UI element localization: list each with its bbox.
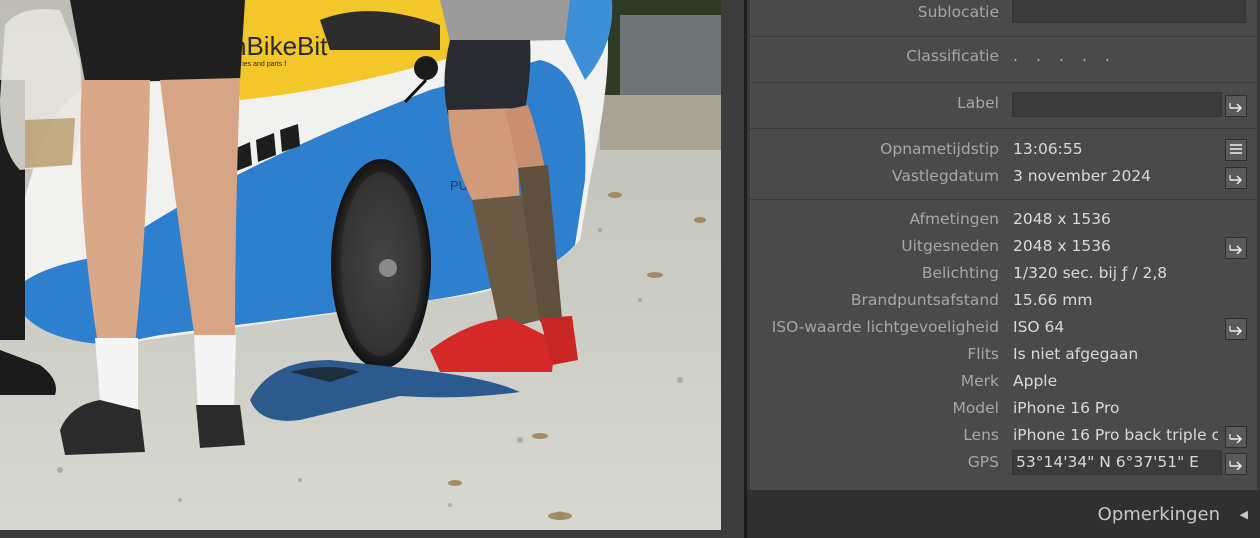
row-flits: Flits Is niet afgegaan <box>750 342 1257 366</box>
separator <box>750 36 1257 37</box>
merk-value: Apple <box>1013 372 1058 390</box>
opmerkingen-title: Opmerkingen <box>1097 504 1220 525</box>
photo-bottom-margin <box>0 530 744 538</box>
row-afmetingen: Afmetingen 2048 x 1536 <box>750 207 1257 231</box>
opnametijdstip-label: Opnametijdstip <box>880 140 999 158</box>
flits-label: Flits <box>967 345 999 363</box>
arrow-right-icon <box>1229 103 1243 112</box>
row-uitgesneden: Uitgesneden 2048 x 1536 <box>750 234 1257 259</box>
separator <box>750 128 1257 129</box>
arrow-right-icon <box>1229 245 1243 254</box>
label-field[interactable] <box>1012 92 1222 117</box>
uitgesneden-value: 2048 x 1536 <box>1013 237 1111 255</box>
row-gps: GPS 53°14'34" N 6°37'51" E <box>750 450 1257 475</box>
afmetingen-value: 2048 x 1536 <box>1013 210 1111 228</box>
row-brandpuntsafstand: Brandpuntsafstand 15.66 mm <box>750 288 1257 312</box>
row-lens: Lens iPhone 16 Pro back triple c <box>750 423 1257 448</box>
opnametijdstip-value: 13:06:55 <box>1013 140 1083 158</box>
separator <box>750 199 1257 200</box>
rating-dot-3[interactable]: . <box>1059 44 1082 68</box>
list-icon <box>1230 144 1242 154</box>
rating-dot-2[interactable]: . <box>1036 44 1059 68</box>
belichting-value: 1/320 sec. bij ƒ / 2,8 <box>1013 264 1168 282</box>
iso-go-button[interactable] <box>1225 318 1247 340</box>
row-label: Label <box>750 91 1257 117</box>
merk-label: Merk <box>960 372 999 390</box>
row-merk: Merk Apple <box>750 369 1257 393</box>
row-vastlegdatum: Vastlegdatum 3 november 2024 <box>750 164 1257 189</box>
arrow-right-icon <box>1229 175 1243 184</box>
rating-dot-1[interactable]: . <box>1013 44 1036 68</box>
uitgesneden-label: Uitgesneden <box>901 237 999 255</box>
row-iso: ISO-waarde lichtgevoeligheid ISO 64 <box>750 315 1257 340</box>
separator <box>750 82 1257 83</box>
arrow-right-icon <box>1229 326 1243 335</box>
panel-gutter <box>721 0 744 538</box>
iso-value: ISO 64 <box>1013 318 1065 336</box>
photo-image: nBikeBit ories and parts f PU <box>0 0 721 530</box>
row-sublocatie: Sublocatie <box>750 0 1257 24</box>
lens-label: Lens <box>963 426 999 444</box>
gps-label: GPS <box>967 453 999 471</box>
gps-go-button[interactable] <box>1225 453 1247 475</box>
lens-value: iPhone 16 Pro back triple c <box>1013 426 1218 444</box>
triangle-left-icon[interactable]: ◀ <box>1240 505 1248 525</box>
opnametijdstip-edit-button[interactable] <box>1225 139 1247 161</box>
belichting-label: Belichting <box>921 264 999 282</box>
gps-value: 53°14'34" N 6°37'51" E <box>1016 453 1199 471</box>
arrow-right-icon <box>1229 434 1243 443</box>
brandpuntsafstand-label: Brandpuntsafstand <box>850 291 999 309</box>
row-opnametijdstip: Opnametijdstip 13:06:55 <box>750 137 1257 161</box>
logo-text: nBikeBit <box>232 31 328 61</box>
rating-dot-4[interactable]: . <box>1082 44 1105 68</box>
flits-value: Is niet afgegaan <box>1013 345 1139 363</box>
logo-subtext: ories and parts f <box>236 61 286 68</box>
vastlegdatum-label: Vastlegdatum <box>891 167 999 185</box>
photo-preview: nBikeBit ories and parts f PU <box>0 0 721 530</box>
model-value: iPhone 16 Pro <box>1013 399 1120 417</box>
rating-dot-5[interactable]: . <box>1105 44 1128 68</box>
gps-field[interactable]: 53°14'34" N 6°37'51" E <box>1012 450 1222 475</box>
vastlegdatum-value: 3 november 2024 <box>1013 167 1152 185</box>
arrow-right-icon <box>1229 461 1243 470</box>
opmerkingen-panel-header[interactable]: Opmerkingen ◀ <box>747 490 1260 538</box>
row-model: Model iPhone 16 Pro <box>750 396 1257 420</box>
row-classificatie: Classificatie ..... <box>750 44 1257 68</box>
label-label: Label <box>957 94 999 112</box>
rating-stars[interactable]: ..... <box>1013 44 1128 68</box>
model-label: Model <box>952 399 999 417</box>
uitgesneden-go-button[interactable] <box>1225 237 1247 259</box>
vastlegdatum-go-button[interactable] <box>1225 167 1247 189</box>
row-belichting: Belichting 1/320 sec. bij ƒ / 2,8 <box>750 261 1257 285</box>
sublocatie-label: Sublocatie <box>917 3 999 21</box>
metadata-section: Sublocatie Classificatie ..... Label Opn… <box>750 0 1257 490</box>
label-go-button[interactable] <box>1225 95 1247 117</box>
brandpuntsafstand-value: 15.66 mm <box>1013 291 1093 309</box>
classificatie-label: Classificatie <box>906 47 999 65</box>
afmetingen-label: Afmetingen <box>909 210 999 228</box>
lens-go-button[interactable] <box>1225 426 1247 448</box>
iso-label: ISO-waarde lichtgevoeligheid <box>771 318 999 336</box>
metadata-panel: Sublocatie Classificatie ..... Label Opn… <box>747 0 1260 538</box>
sublocatie-field[interactable] <box>1012 0 1246 23</box>
